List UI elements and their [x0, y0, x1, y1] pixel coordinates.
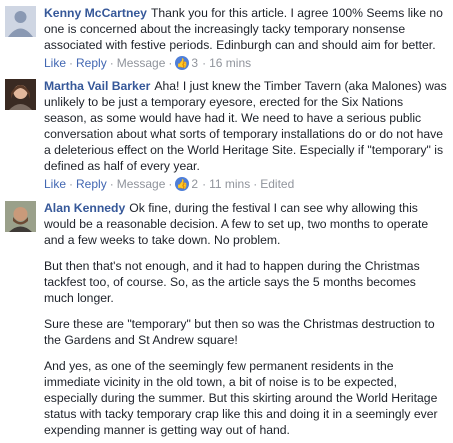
comment-text: Martha Vail Barker Aha! I just knew the T…: [44, 78, 449, 174]
reply-link[interactable]: Reply: [76, 176, 107, 192]
author-name[interactable]: Kenny McCartney: [44, 6, 147, 20]
thumbs-up-icon: 👍: [175, 177, 190, 191]
comment-text: Alan Kennedy Ok fine, during the festival…: [44, 200, 449, 248]
comment-text: Kenny McCartney Thank you for this articl…: [44, 5, 449, 53]
avatar[interactable]: [5, 201, 36, 232]
comment-actions: Like · Reply · Message · 👍 3 · 16 mins: [44, 55, 252, 71]
like-count[interactable]: 3: [191, 55, 198, 71]
comment-paragraph: Aha! I just knew the Timber Tavern (aka …: [44, 79, 447, 173]
message-link[interactable]: Message: [117, 55, 166, 71]
like-link[interactable]: Like: [44, 55, 66, 71]
reply-link[interactable]: Reply: [76, 55, 107, 71]
comment-paragraph: Sure these are "temporary" but then so w…: [44, 317, 435, 347]
avatar[interactable]: [5, 6, 36, 37]
comment-body: Alan Kennedy Ok fine, during the festival…: [44, 200, 449, 438]
comment-paragraph: And yes, as one of the seemingly few per…: [44, 359, 438, 437]
like-count[interactable]: 2: [191, 176, 198, 192]
like-link[interactable]: Like: [44, 176, 66, 192]
comment-body: Martha Vail Barker Aha! I just knew the T…: [44, 78, 449, 192]
message-link[interactable]: Message: [117, 176, 166, 192]
edited-label[interactable]: Edited: [260, 176, 294, 192]
thumbs-up-icon: 👍: [175, 56, 190, 70]
comment-actions: Like · Reply · Message · 👍 2 · 11 mins ·…: [44, 176, 295, 192]
comment-paragraph: But then that's not enough, and it had t…: [44, 259, 420, 305]
author-name[interactable]: Alan Kennedy: [44, 201, 125, 215]
timestamp[interactable]: 16 mins: [209, 55, 251, 71]
avatar[interactable]: [5, 79, 36, 110]
comment-body: Kenny McCartney Thank you for this articl…: [44, 5, 449, 71]
author-name[interactable]: Martha Vail Barker: [44, 79, 150, 93]
timestamp[interactable]: 11 mins: [209, 176, 250, 192]
